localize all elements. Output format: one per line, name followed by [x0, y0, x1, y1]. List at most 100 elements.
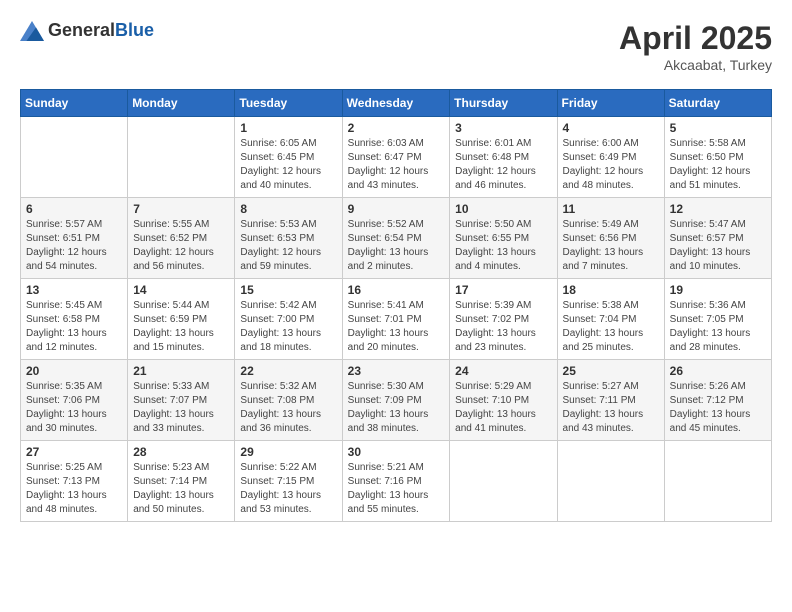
day-number: 2 [348, 121, 445, 135]
day-info: Sunrise: 5:38 AM Sunset: 7:04 PM Dayligh… [563, 299, 659, 355]
day-info: Sunrise: 5:45 AM Sunset: 6:58 PM Dayligh… [26, 299, 122, 355]
week-row-1: 1 Sunrise: 6:05 AM Sunset: 6:45 PM Daylig… [21, 117, 772, 198]
title-block: April 2025 Akcaabat, Turkey [619, 20, 772, 73]
header-day-tuesday: Tuesday [235, 90, 342, 117]
calendar-cell [450, 441, 557, 522]
logo-icon [20, 21, 44, 41]
day-number: 24 [455, 364, 551, 378]
day-number: 11 [563, 202, 659, 216]
calendar-cell: 22 Sunrise: 5:32 AM Sunset: 7:08 PM Dayli… [235, 360, 342, 441]
calendar-cell: 14 Sunrise: 5:44 AM Sunset: 6:59 PM Dayli… [128, 279, 235, 360]
day-info: Sunrise: 5:21 AM Sunset: 7:16 PM Dayligh… [348, 461, 445, 517]
day-info: Sunrise: 6:00 AM Sunset: 6:49 PM Dayligh… [563, 137, 659, 193]
calendar-cell: 4 Sunrise: 6:00 AM Sunset: 6:49 PM Daylig… [557, 117, 664, 198]
day-number: 28 [133, 445, 229, 459]
calendar-cell: 23Sunrise: 5:30 AM Sunset: 7:09 PM Dayli… [342, 360, 450, 441]
day-number: 8 [240, 202, 336, 216]
calendar-cell [128, 117, 235, 198]
day-info: Sunrise: 5:55 AM Sunset: 6:52 PM Dayligh… [133, 218, 229, 274]
calendar-cell: 13Sunrise: 5:45 AM Sunset: 6:58 PM Dayli… [21, 279, 128, 360]
day-number: 23 [348, 364, 445, 378]
day-info: Sunrise: 5:49 AM Sunset: 6:56 PM Dayligh… [563, 218, 659, 274]
day-info: Sunrise: 6:01 AM Sunset: 6:48 PM Dayligh… [455, 137, 551, 193]
calendar-body: 1 Sunrise: 6:05 AM Sunset: 6:45 PM Daylig… [21, 117, 772, 522]
logo-blue-text: Blue [115, 20, 154, 40]
calendar-cell: 20 Sunrise: 5:35 AM Sunset: 7:06 PM Dayli… [21, 360, 128, 441]
calendar-cell: 29Sunrise: 5:22 AM Sunset: 7:15 PM Dayli… [235, 441, 342, 522]
day-info: Sunrise: 5:29 AM Sunset: 7:10 PM Dayligh… [455, 380, 551, 436]
calendar-cell [557, 441, 664, 522]
day-number: 21 [133, 364, 229, 378]
header-day-wednesday: Wednesday [342, 90, 450, 117]
day-info: Sunrise: 6:05 AM Sunset: 6:45 PM Dayligh… [240, 137, 336, 193]
day-info: Sunrise: 5:33 AM Sunset: 7:07 PM Dayligh… [133, 380, 229, 436]
calendar-cell: 2 Sunrise: 6:03 AM Sunset: 6:47 PM Daylig… [342, 117, 450, 198]
day-number: 26 [670, 364, 766, 378]
day-number: 17 [455, 283, 551, 297]
day-info: Sunrise: 5:35 AM Sunset: 7:06 PM Dayligh… [26, 380, 122, 436]
day-info: Sunrise: 5:32 AM Sunset: 7:08 PM Dayligh… [240, 380, 336, 436]
day-info: Sunrise: 5:23 AM Sunset: 7:14 PM Dayligh… [133, 461, 229, 517]
logo-general-text: General [48, 20, 115, 40]
day-number: 20 [26, 364, 122, 378]
day-number: 4 [563, 121, 659, 135]
day-info: Sunrise: 5:42 AM Sunset: 7:00 PM Dayligh… [240, 299, 336, 355]
day-number: 9 [348, 202, 445, 216]
month-year-title: April 2025 [619, 20, 772, 57]
calendar-cell [664, 441, 771, 522]
calendar-cell: 18Sunrise: 5:38 AM Sunset: 7:04 PM Dayli… [557, 279, 664, 360]
week-row-3: 13Sunrise: 5:45 AM Sunset: 6:58 PM Dayli… [21, 279, 772, 360]
calendar-header: SundayMondayTuesdayWednesdayThursdayFrid… [21, 90, 772, 117]
location-subtitle: Akcaabat, Turkey [619, 57, 772, 73]
week-row-5: 27 Sunrise: 5:25 AM Sunset: 7:13 PM Dayli… [21, 441, 772, 522]
calendar-cell: 26Sunrise: 5:26 AM Sunset: 7:12 PM Dayli… [664, 360, 771, 441]
header-day-sunday: Sunday [21, 90, 128, 117]
calendar-cell [21, 117, 128, 198]
day-number: 5 [670, 121, 766, 135]
day-number: 25 [563, 364, 659, 378]
calendar-cell: 24 Sunrise: 5:29 AM Sunset: 7:10 PM Dayli… [450, 360, 557, 441]
day-number: 29 [240, 445, 336, 459]
header-day-thursday: Thursday [450, 90, 557, 117]
week-row-4: 20 Sunrise: 5:35 AM Sunset: 7:06 PM Dayli… [21, 360, 772, 441]
day-number: 15 [240, 283, 336, 297]
day-info: Sunrise: 5:50 AM Sunset: 6:55 PM Dayligh… [455, 218, 551, 274]
calendar-cell: 21 Sunrise: 5:33 AM Sunset: 7:07 PM Dayli… [128, 360, 235, 441]
day-number: 6 [26, 202, 122, 216]
day-info: Sunrise: 5:47 AM Sunset: 6:57 PM Dayligh… [670, 218, 766, 274]
calendar-cell: 16 Sunrise: 5:41 AM Sunset: 7:01 PM Dayli… [342, 279, 450, 360]
day-info: Sunrise: 5:44 AM Sunset: 6:59 PM Dayligh… [133, 299, 229, 355]
calendar-cell: 17Sunrise: 5:39 AM Sunset: 7:02 PM Dayli… [450, 279, 557, 360]
day-info: Sunrise: 5:52 AM Sunset: 6:54 PM Dayligh… [348, 218, 445, 274]
day-info: Sunrise: 5:25 AM Sunset: 7:13 PM Dayligh… [26, 461, 122, 517]
day-info: Sunrise: 5:53 AM Sunset: 6:53 PM Dayligh… [240, 218, 336, 274]
day-number: 16 [348, 283, 445, 297]
day-info: Sunrise: 5:36 AM Sunset: 7:05 PM Dayligh… [670, 299, 766, 355]
calendar-cell: 6 Sunrise: 5:57 AM Sunset: 6:51 PM Daylig… [21, 198, 128, 279]
calendar-cell: 27 Sunrise: 5:25 AM Sunset: 7:13 PM Dayli… [21, 441, 128, 522]
calendar-cell: 8 Sunrise: 5:53 AM Sunset: 6:53 PM Daylig… [235, 198, 342, 279]
calendar-cell: 3 Sunrise: 6:01 AM Sunset: 6:48 PM Daylig… [450, 117, 557, 198]
calendar-table: SundayMondayTuesdayWednesdayThursdayFrid… [20, 89, 772, 522]
calendar-cell: 15 Sunrise: 5:42 AM Sunset: 7:00 PM Dayli… [235, 279, 342, 360]
calendar-cell: 19 Sunrise: 5:36 AM Sunset: 7:05 PM Dayli… [664, 279, 771, 360]
calendar-cell: 12Sunrise: 5:47 AM Sunset: 6:57 PM Dayli… [664, 198, 771, 279]
day-number: 19 [670, 283, 766, 297]
day-info: Sunrise: 5:58 AM Sunset: 6:50 PM Dayligh… [670, 137, 766, 193]
logo: GeneralBlue [20, 20, 154, 41]
day-number: 27 [26, 445, 122, 459]
day-info: Sunrise: 6:03 AM Sunset: 6:47 PM Dayligh… [348, 137, 445, 193]
day-info: Sunrise: 5:41 AM Sunset: 7:01 PM Dayligh… [348, 299, 445, 355]
header-row: SundayMondayTuesdayWednesdayThursdayFrid… [21, 90, 772, 117]
day-number: 1 [240, 121, 336, 135]
calendar-cell: 28 Sunrise: 5:23 AM Sunset: 7:14 PM Dayli… [128, 441, 235, 522]
day-number: 3 [455, 121, 551, 135]
day-number: 14 [133, 283, 229, 297]
day-info: Sunrise: 5:27 AM Sunset: 7:11 PM Dayligh… [563, 380, 659, 436]
calendar-cell: 11 Sunrise: 5:49 AM Sunset: 6:56 PM Dayli… [557, 198, 664, 279]
calendar-cell: 25 Sunrise: 5:27 AM Sunset: 7:11 PM Dayli… [557, 360, 664, 441]
day-number: 30 [348, 445, 445, 459]
day-number: 22 [240, 364, 336, 378]
day-info: Sunrise: 5:57 AM Sunset: 6:51 PM Dayligh… [26, 218, 122, 274]
day-number: 10 [455, 202, 551, 216]
